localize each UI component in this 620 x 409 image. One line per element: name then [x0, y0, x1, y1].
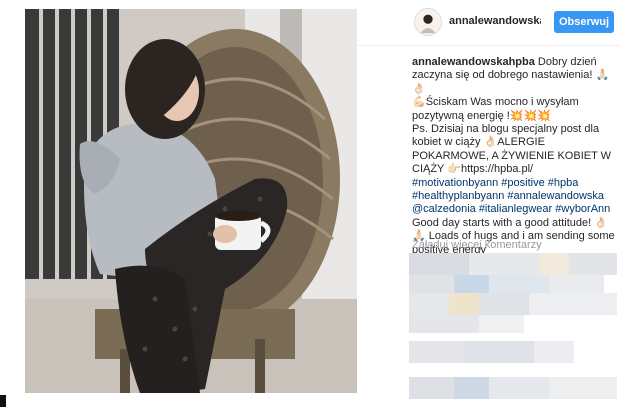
caption-hashtags[interactable]: #motivationbyann #positive #hpba #health… [412, 177, 610, 216]
blur-cell [409, 275, 454, 293]
blur-cell [409, 341, 464, 363]
blur-cell [489, 275, 549, 293]
blur-cell [479, 315, 524, 333]
caption-line: Ps. Dzisiaj na blogu specjalny post dla … [412, 123, 612, 176]
blurred-comments [409, 253, 617, 403]
blur-cell [479, 293, 529, 315]
blur-cell [409, 377, 454, 399]
post-photo[interactable] [25, 9, 357, 393]
blur-cell [464, 341, 534, 363]
blur-cell [529, 293, 617, 315]
load-more-comments-link[interactable]: Załaduj więcej komentarzy [412, 239, 542, 251]
blur-cell [539, 253, 569, 275]
blur-cell [549, 275, 604, 293]
blur-cell [454, 275, 489, 293]
corner-mark [0, 395, 6, 407]
blur-cell [469, 253, 539, 275]
blur-cell [569, 253, 617, 275]
caption-line: 💪🏻Ściskam Was mocno i wysyłam pozytywną … [412, 96, 579, 122]
post-sidebar: annalewandowskah Obserwuj annalewandowsk… [357, 0, 620, 409]
username-link[interactable]: annalewandowskah [449, 15, 541, 27]
blur-cell [409, 293, 449, 315]
blur-cell [409, 253, 469, 275]
follow-button[interactable]: Obserwuj [554, 11, 614, 33]
blur-cell [409, 315, 479, 333]
post-header: annalewandowskah Obserwuj [357, 0, 620, 46]
blur-cell [534, 341, 574, 363]
blur-cell [549, 377, 617, 399]
blur-cell [454, 377, 489, 399]
blur-cell [489, 377, 549, 399]
caption-author-link[interactable]: annalewandowskahpba [412, 56, 535, 68]
profile-avatar[interactable] [414, 8, 442, 36]
post-caption: annalewandowskahpba Dobry dzień zaczyna … [412, 56, 617, 257]
blur-cell [449, 293, 479, 315]
